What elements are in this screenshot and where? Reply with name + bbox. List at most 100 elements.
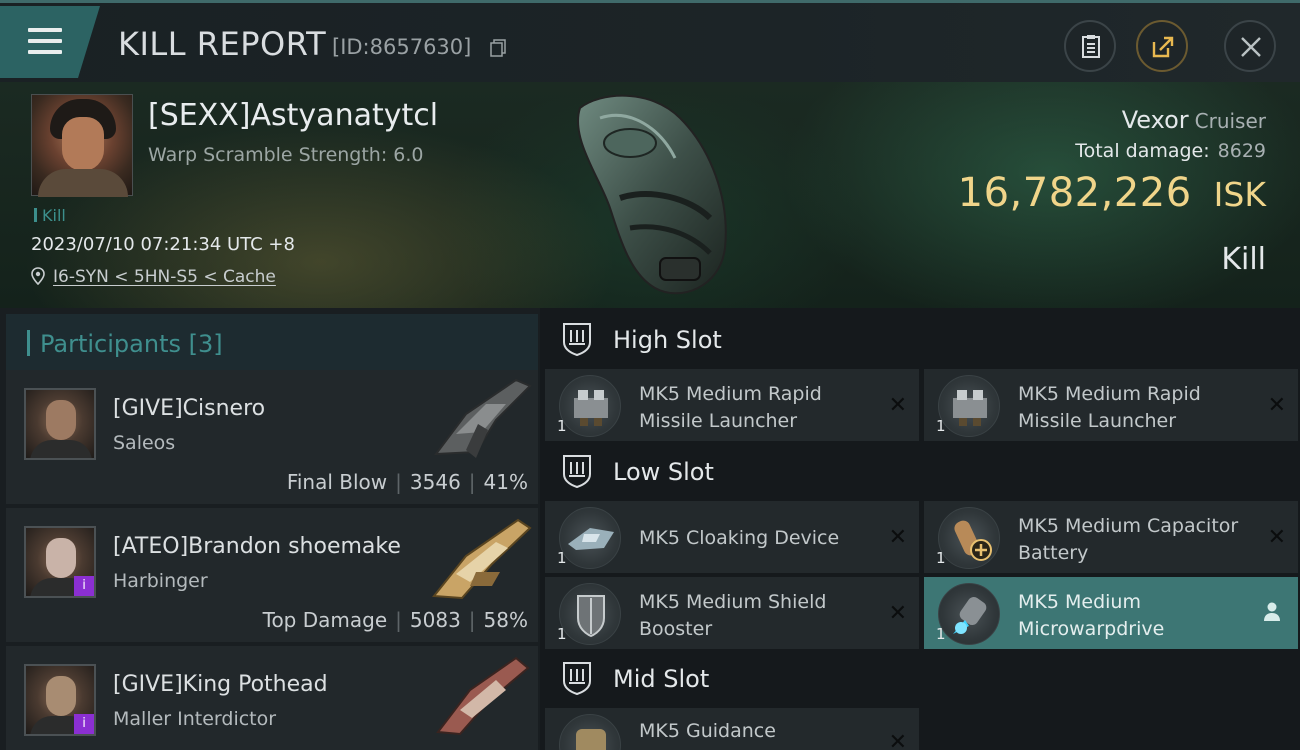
page-title: KILL REPORT [118, 25, 327, 63]
module-qty: 1 [557, 417, 567, 435]
avatar-head [46, 538, 76, 578]
victim-ship-render[interactable] [560, 88, 740, 302]
total-damage-label: Total damage: [1075, 140, 1210, 162]
missile-launcher-icon [559, 375, 621, 437]
module-name: MK5 Cloaking Device [639, 527, 840, 549]
portrait-face [62, 117, 104, 171]
module-item[interactable]: 1 MK5 Medium Rapid Missile Launcher ✕ [545, 369, 919, 441]
participant-avatar[interactable]: i [24, 664, 96, 736]
module-item[interactable]: 1 MK5 Cloaking Device ✕ [545, 501, 919, 573]
destroyed-icon: ✕ [1267, 525, 1286, 550]
participant-role: Top Damage [262, 608, 388, 632]
report-id: [ID:8657630] [332, 35, 472, 59]
participant-name: [GIVE]King Pothead [113, 672, 328, 697]
module-name: MK5 Medium Rapid Missile Launcher [639, 383, 822, 432]
missile-launcher-glyph [953, 390, 987, 426]
module-item[interactable]: 1 MK5 Medium Rapid Missile Launcher ✕ [924, 369, 1298, 441]
participant-avatar[interactable]: i [24, 526, 96, 598]
menu-icon [28, 28, 62, 32]
microwarpdrive-icon [938, 583, 1000, 645]
kill-location[interactable]: I6-SYN < 5HN-S5 < Cache [31, 267, 276, 287]
module-item[interactable]: 1 MK5 Medium Microwarpdrive [924, 577, 1298, 649]
high-slot-header: High Slot [545, 310, 1300, 370]
location-link[interactable]: I6-SYN < 5HN-S5 < Cache [53, 267, 276, 287]
module-item[interactable]: 1 MK5 Medium Capacitor Battery ✕ [924, 501, 1298, 573]
clipboard-button[interactable] [1064, 20, 1116, 72]
module-qty: 1 [936, 549, 946, 567]
guidance-icon [559, 714, 621, 750]
share-button[interactable] [1136, 20, 1188, 72]
header-accent [27, 330, 30, 356]
participant-ship-render [433, 378, 532, 458]
victim-name[interactable]: [SEXX]Astyanatytcl [148, 98, 438, 133]
total-damage: Total damage: 8629 [1075, 140, 1266, 162]
destroyed-icon: ✕ [1267, 393, 1286, 418]
victim-portrait[interactable] [31, 94, 133, 197]
result-label: Kill [1221, 242, 1266, 277]
participants-title: Participants [3] [40, 330, 223, 358]
high-slot-title: High Slot [613, 326, 722, 354]
capacitor-battery-glyph [954, 520, 992, 561]
destroyed-icon: ✕ [888, 393, 907, 418]
participant-name: [ATEO]Brandon shoemake [113, 534, 401, 559]
destroyed-icon: ✕ [888, 730, 907, 750]
module-name: MK5 Guidance [639, 720, 776, 742]
cloaking-device-icon [559, 507, 621, 569]
menu-button[interactable] [0, 6, 100, 78]
module-qty: 1 [557, 549, 567, 567]
low-slot-title: Low Slot [613, 458, 714, 486]
top-bar: KILL REPORT [ID:8657630] [0, 0, 1300, 82]
participant-row[interactable]: [GIVE]Cisnero Saleos Final Blow | 3546 | 41% [6, 370, 538, 504]
capacitor-battery-icon [938, 507, 1000, 569]
slot-shield-icon [563, 662, 591, 695]
participant-ship-render [436, 656, 530, 736]
module-name: MK5 Medium Microwarpdrive [1018, 591, 1165, 640]
avatar-head [46, 400, 76, 440]
participant-stats: Top Damage | 5083 | 58% [262, 608, 528, 632]
victim-panel: [SEXX]Astyanatytcl Warp Scramble Strengt… [0, 82, 1300, 308]
menu-icon-bar [28, 50, 62, 54]
warp-scramble-strength: Warp Scramble Strength: 6.0 [148, 144, 424, 166]
guidance-glyph [576, 729, 606, 750]
copy-icon[interactable] [490, 39, 506, 57]
module-qty: 1 [936, 625, 946, 643]
participant-percent: 58% [483, 608, 528, 632]
ship-class: Cruiser [1194, 109, 1266, 133]
participant-ship: Saleos [113, 432, 176, 454]
module-item[interactable]: 1 MK5 Medium Shield Booster ✕ [545, 577, 919, 649]
avatar-head [46, 676, 76, 716]
low-slot-header: Low Slot [545, 442, 1300, 502]
total-damage-value: 8629 [1217, 140, 1266, 162]
isk-value: 16,782,226 ISK [958, 170, 1266, 216]
participant-stats: Final Blow | 3546 | 41% [286, 470, 528, 494]
missile-launcher-glyph [574, 390, 608, 426]
close-icon [1241, 37, 1261, 57]
close-button[interactable] [1224, 20, 1276, 72]
avatar-body [30, 440, 92, 458]
destroyed-icon: ✕ [888, 601, 907, 626]
participant-ship-render [432, 518, 532, 600]
module-qty: 1 [557, 625, 567, 643]
participant-row[interactable]: i [GIVE]King Pothead Maller Interdictor [6, 646, 538, 750]
share-icon [1152, 36, 1174, 58]
participant-row[interactable]: i [ATEO]Brandon shoemake Harbinger Top D… [6, 508, 538, 642]
module-item[interactable]: MK5 Guidance ✕ [545, 708, 919, 750]
participant-damage: 3546 [409, 470, 461, 494]
victim-ship[interactable]: Vexor Cruiser [1122, 106, 1266, 134]
module-qty: 1 [936, 417, 946, 435]
participant-damage: 5083 [409, 608, 461, 632]
module-name: MK5 Medium Rapid Missile Launcher [1018, 383, 1201, 432]
info-badge: i [74, 714, 94, 734]
participant-role: Final Blow [286, 470, 388, 494]
participant-ship: Maller Interdictor [113, 708, 277, 730]
destroyed-icon: ✕ [888, 525, 907, 550]
person-icon [1264, 602, 1280, 621]
participant-name: [GIVE]Cisnero [113, 396, 266, 421]
participant-percent: 41% [483, 470, 528, 494]
participant-avatar[interactable] [24, 388, 96, 460]
missile-launcher-icon [938, 375, 1000, 437]
portrait-shoulders [38, 169, 128, 197]
ship-name: Vexor [1121, 106, 1189, 134]
menu-icon-bar [28, 39, 62, 43]
mid-slot-header: Mid Slot [545, 649, 1300, 709]
